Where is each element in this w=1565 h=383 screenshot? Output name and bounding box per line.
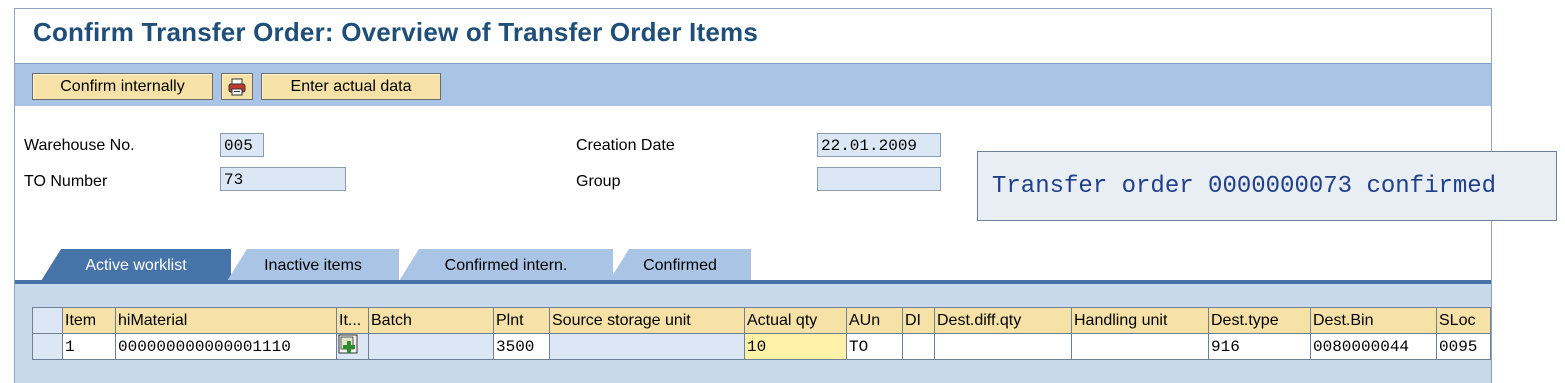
cell-source-storage-unit[interactable] [549,333,745,360]
col-item[interactable]: Item [62,307,116,334]
print-button[interactable] [221,73,253,100]
col-actual-qty[interactable]: Actual qty [744,307,847,334]
cell-item-category[interactable] [336,333,369,360]
cell-item: 1 [62,333,116,360]
cell-dest-type: 916 [1208,333,1311,360]
col-handling-unit[interactable]: Handling unit [1071,307,1209,334]
items-table: Item hiMaterial It... Batch Plnt Source … [32,307,1491,360]
enter-actual-data-button[interactable]: Enter actual data [261,73,441,100]
group-label: Group [576,173,621,190]
col-dest-diff-qty[interactable]: Dest.diff.qty [934,307,1072,334]
cell-di[interactable] [902,333,935,360]
cell-actual-qty[interactable]: 10 [744,333,847,360]
col-sloc[interactable]: SLoc [1436,307,1491,334]
tab-confirmed[interactable]: Confirmed [609,249,751,281]
cell-aun: TO [846,333,903,360]
col-di[interactable]: DI [902,307,935,334]
status-message: Transfer order 0000000073 confirmed [977,151,1557,221]
warehouse-field[interactable]: 005 [220,133,264,157]
cell-dest-bin: 0080000044 [1310,333,1437,360]
application-toolbar: Confirm internally Enter actual data [15,63,1491,106]
creation-date-label: Creation Date [576,137,675,154]
group-field[interactable] [817,167,941,191]
col-source-storage-unit[interactable]: Source storage unit [549,307,745,334]
col-plant[interactable]: Plnt [493,307,550,334]
creation-date-field[interactable]: 22.01.2009 [817,133,941,157]
to-number-field[interactable]: 73 [220,167,346,191]
cell-batch[interactable] [368,333,494,360]
row-selector[interactable] [32,333,63,360]
tab-inactive-items[interactable]: Inactive items [227,249,399,281]
table-row[interactable]: 1 000000000000001110 3500 10 TO 916 0080… [32,333,1491,360]
col-dest-bin[interactable]: Dest.Bin [1310,307,1437,334]
col-item-category[interactable]: It... [336,307,369,334]
cell-material: 000000000000001110 [115,333,337,360]
col-aun[interactable]: AUn [846,307,903,334]
col-dest-type[interactable]: Dest.type [1208,307,1311,334]
cell-sloc: 0095 [1436,333,1491,360]
tab-strip: Active worklist Inactive items Confirmed… [15,247,1491,281]
printer-icon [228,78,246,96]
cell-plant: 3500 [493,333,550,360]
cell-dest-diff-qty[interactable] [934,333,1072,360]
tab-active-worklist[interactable]: Active worklist [41,249,231,281]
confirm-internally-button[interactable]: Confirm internally [32,73,213,100]
to-number-label: TO Number [24,173,108,190]
table-header-row: Item hiMaterial It... Batch Plnt Source … [32,307,1491,334]
add-item-icon[interactable] [338,334,358,354]
page-title: Confirm Transfer Order: Overview of Tran… [33,17,758,47]
tab-confirmed-intern[interactable]: Confirmed intern. [399,249,613,281]
col-batch[interactable]: Batch [368,307,494,334]
select-all-cell[interactable] [32,307,63,334]
warehouse-label: Warehouse No. [24,137,135,154]
cell-handling-unit[interactable] [1071,333,1209,360]
col-material[interactable]: hiMaterial [115,307,337,334]
